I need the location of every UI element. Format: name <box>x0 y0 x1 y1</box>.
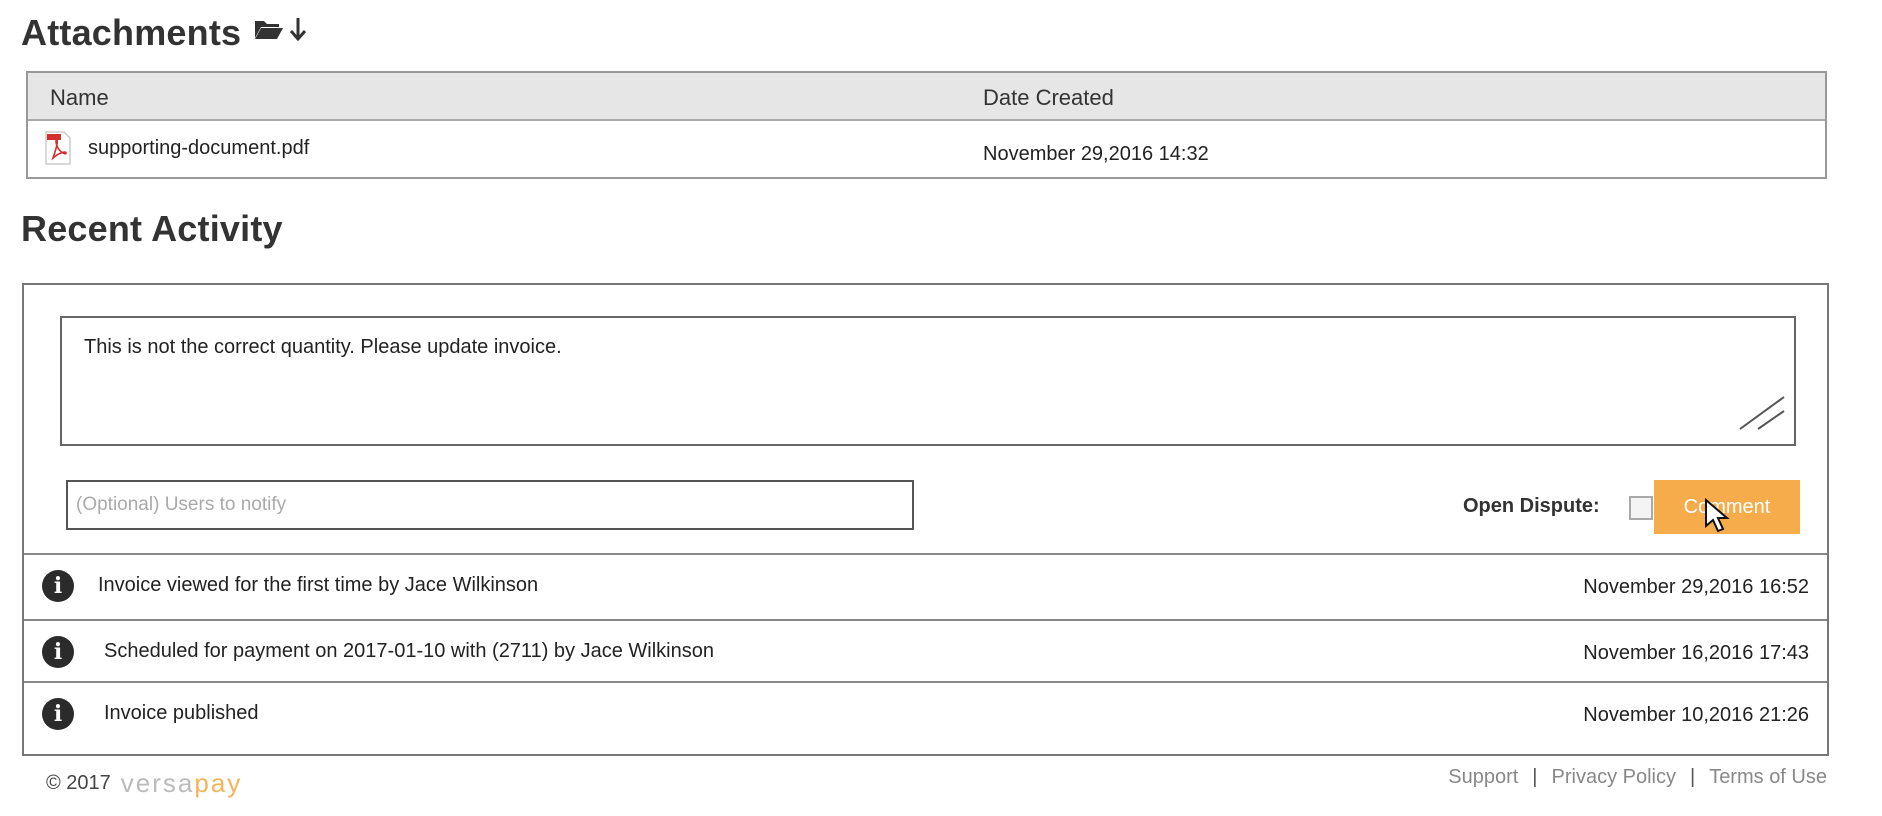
attachments-table-header: Name Date Created <box>28 73 1825 121</box>
attachment-date-created: November 29,2016 14:32 <box>983 143 1209 165</box>
list-item: i Invoice viewed for the first time by J… <box>24 553 1827 619</box>
support-link[interactable]: Support <box>1448 766 1518 789</box>
pdf-file-icon <box>44 131 72 170</box>
download-arrow-icon[interactable] <box>288 16 308 47</box>
activity-timestamp: November 29,2016 16:52 <box>1583 576 1809 598</box>
copyright-text: © 2017 <box>46 772 111 794</box>
open-dispute-label: Open Dispute: <box>1463 495 1600 517</box>
info-icon: i <box>42 636 74 668</box>
attachment-actions <box>254 14 308 48</box>
comment-text: This is not the correct quantity. Please… <box>84 336 562 358</box>
attachment-file-name[interactable]: supporting-document.pdf <box>88 137 309 160</box>
list-item: i Scheduled for payment on 2017-01-10 wi… <box>24 619 1827 681</box>
footer-separator: | <box>1689 766 1696 788</box>
attachments-table: Name Date Created supporting-document.pd… <box>26 71 1827 179</box>
terms-of-use-link[interactable]: Terms of Use <box>1709 766 1827 789</box>
open-dispute-checkbox[interactable] <box>1629 496 1653 520</box>
versapay-logo: versapay <box>120 768 243 798</box>
activity-list: i Invoice viewed for the first time by J… <box>24 553 1827 752</box>
activity-text: Invoice viewed for the first time by Jac… <box>98 574 539 596</box>
column-header-date-created: Date Created <box>983 85 1114 110</box>
privacy-policy-link[interactable]: Privacy Policy <box>1552 766 1676 789</box>
info-icon: i <box>42 698 74 730</box>
resize-grip-icon[interactable] <box>1736 395 1788 438</box>
column-header-name: Name <box>50 85 109 110</box>
users-to-notify-input[interactable] <box>66 480 914 530</box>
list-item: i Invoice published November 10,2016 21:… <box>24 681 1827 752</box>
attachments-title: Attachments <box>21 12 242 53</box>
activity-timestamp: November 10,2016 21:26 <box>1583 704 1809 726</box>
recent-activity-panel: This is not the correct quantity. Please… <box>22 283 1829 756</box>
activity-text: Scheduled for payment on 2017-01-10 with… <box>104 640 714 662</box>
footer: © 2017 versapay <box>46 768 242 799</box>
recent-activity-title: Recent Activity <box>21 208 283 249</box>
table-row[interactable]: supporting-document.pdf November 29,2016… <box>28 121 1825 179</box>
mouse-cursor-icon <box>1704 497 1730 539</box>
footer-separator: | <box>1532 766 1538 788</box>
info-icon: i <box>42 570 74 602</box>
folder-open-icon[interactable] <box>254 18 284 45</box>
activity-text: Invoice published <box>104 702 259 724</box>
comment-textarea[interactable]: This is not the correct quantity. Please… <box>60 316 1796 446</box>
activity-timestamp: November 16,2016 17:43 <box>1583 642 1809 664</box>
footer-links: Support | Privacy Policy | Terms of Use <box>1448 766 1827 789</box>
